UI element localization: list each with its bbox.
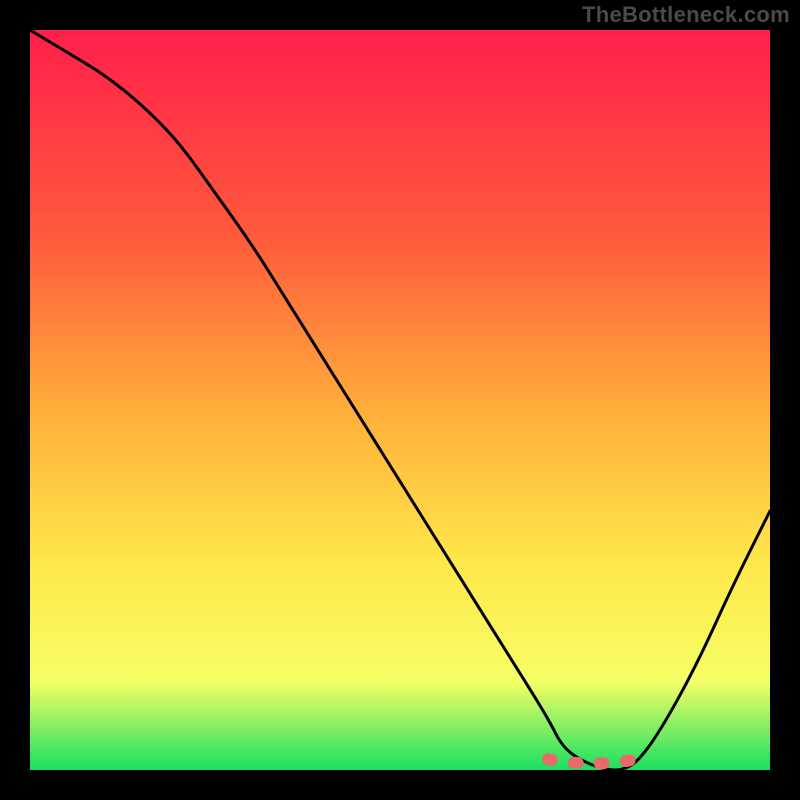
plot-background <box>30 30 770 770</box>
bottleneck-chart <box>30 30 770 770</box>
chart-frame: TheBottleneck.com <box>0 0 800 800</box>
watermark-label: TheBottleneck.com <box>582 2 790 28</box>
